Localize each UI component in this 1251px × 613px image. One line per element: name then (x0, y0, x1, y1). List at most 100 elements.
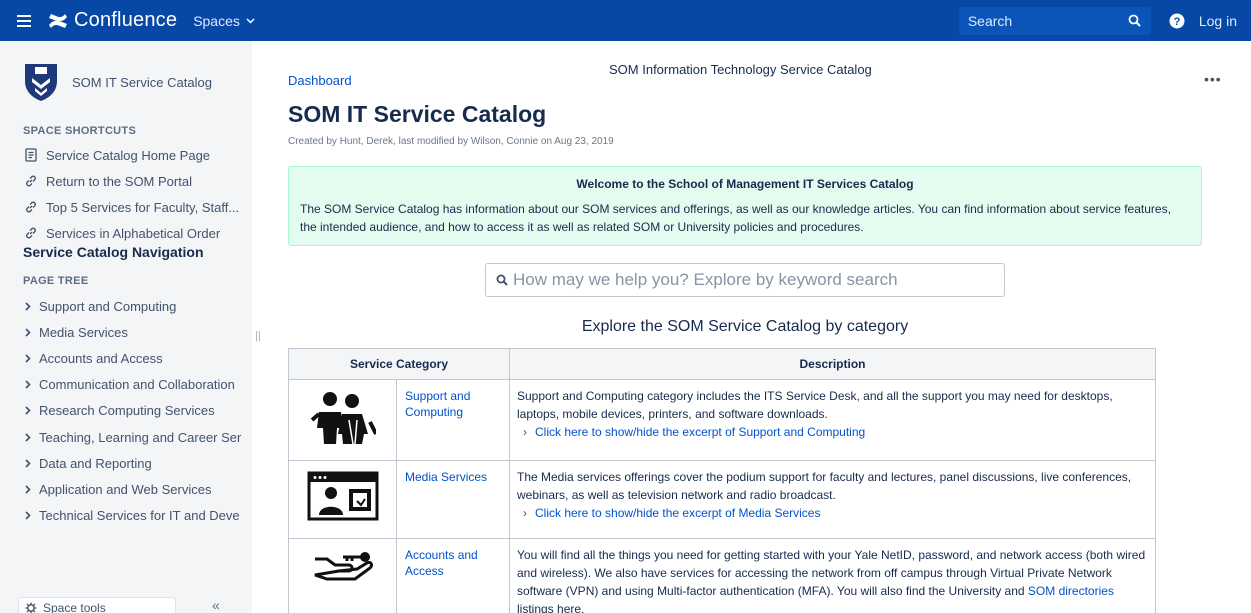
category-link-media-services[interactable]: Media Services (405, 469, 501, 485)
tree-item-label: Data and Reporting (39, 455, 152, 471)
shortcut-label: Top 5 Services for Faculty, Staff... (46, 199, 240, 215)
sidebar-resize-handle-icon[interactable]: || (255, 330, 261, 342)
link-icon (26, 227, 36, 239)
category-description: You will find all the things you need fo… (517, 546, 1148, 613)
shortcut-label: Return to the SOM Portal (46, 173, 192, 189)
table-row: Accounts and Access You will find all th… (288, 538, 1156, 613)
page-tree: Support and Computing Media Services Acc… (0, 293, 252, 529)
chevron-right-icon: › (523, 425, 527, 439)
chevron-right-icon[interactable] (23, 485, 33, 494)
support-people-icon (310, 392, 378, 445)
tree-item-support-and-computing[interactable]: Support and Computing (0, 293, 252, 319)
tree-item-label: Media Services (39, 324, 128, 340)
welcome-title: Welcome to the School of Management IT S… (576, 177, 914, 191)
tree-item-accounts-and-access[interactable]: Accounts and Access (0, 345, 252, 371)
global-search-input[interactable]: Search (958, 6, 1151, 35)
chevron-right-icon[interactable] (23, 328, 33, 337)
keyword-search-input[interactable]: How may we help you? Explore by keyword … (485, 263, 1005, 297)
tree-item-label: Teaching, Learning and Career Ser (39, 429, 242, 445)
breadcrumb-dashboard[interactable]: Dashboard (288, 73, 352, 88)
service-catalog-navigation-heading: Service Catalog Navigation (23, 244, 204, 260)
confluence-logo-icon (49, 13, 67, 28)
category-icon-cell (288, 460, 397, 539)
category-name-cell: Accounts and Access (396, 538, 510, 613)
hamburger-menu-icon[interactable] (6, 0, 42, 41)
confluence-logo[interactable]: Confluence (42, 0, 183, 41)
welcome-panel: Welcome to the School of Management IT S… (288, 166, 1202, 246)
chevron-right-icon[interactable] (23, 511, 33, 520)
tree-item-label: Technical Services for IT and Deve (39, 508, 240, 524)
category-icon-cell (288, 538, 397, 613)
category-link-support-and-computing[interactable]: Support and Computing (405, 388, 501, 420)
chevron-right-icon[interactable] (23, 380, 33, 389)
shortcut-label: Service Catalog Home Page (46, 147, 211, 163)
hand-key-icon (314, 552, 373, 581)
tree-item-label: Research Computing Services (39, 403, 215, 419)
page-title: SOM IT Service Catalog (288, 101, 547, 127)
column-header-service-category: Service Category (288, 348, 510, 380)
tree-item-research-computing-services[interactable]: Research Computing Services (0, 398, 252, 424)
header-title: SOM Information Technology Service Catal… (609, 62, 872, 77)
help-icon[interactable]: ? (1167, 11, 1187, 31)
tree-item-communication-and-collaboration[interactable]: Communication and Collaboration (0, 372, 252, 398)
spaces-label: Spaces (193, 12, 240, 29)
tree-item-application-and-web-services[interactable]: Application and Web Services (0, 476, 252, 502)
link-icon (26, 175, 36, 187)
tree-item-media-services[interactable]: Media Services (0, 319, 252, 345)
chevron-right-icon[interactable] (23, 354, 33, 363)
collapse-sidebar-icon[interactable]: « (212, 597, 220, 613)
search-icon[interactable] (1128, 14, 1141, 27)
chevron-right-icon[interactable] (23, 406, 33, 415)
chevron-right-icon[interactable] (23, 459, 33, 468)
chevron-right-icon[interactable] (23, 302, 33, 311)
spaces-dropdown[interactable]: Spaces (193, 13, 255, 29)
chevron-right-icon[interactable] (23, 432, 33, 442)
space-tools-label: Space tools (43, 601, 106, 613)
tree-item-data-and-reporting[interactable]: Data and Reporting (0, 450, 252, 476)
top-navigation-bar: Confluence Spaces Search ? Log in (0, 0, 1251, 41)
space-shortcuts-list: Service Catalog Home Page Return to the … (0, 142, 252, 246)
som-directories-link[interactable]: SOM directories (1028, 584, 1114, 598)
column-header-description: Description (509, 348, 1156, 380)
welcome-text: The SOM Service Catalog has information … (300, 202, 1171, 234)
table-row: Support and Computing Support and Comput… (288, 379, 1156, 461)
tree-item-label: Application and Web Services (39, 481, 212, 497)
space-sidebar: SOM IT Service Catalog SPACE SHORTCUTS S… (0, 41, 252, 613)
category-description-cell: The Media services offerings cover the p… (509, 460, 1156, 539)
chevron-right-icon: › (523, 506, 527, 520)
category-icon-cell (288, 379, 397, 461)
svg-text:?: ? (1173, 16, 1180, 28)
service-category-table: Service Category Description Support and… (288, 348, 1156, 613)
shortcut-services-alphabetical[interactable]: Services in Alphabetical Order (0, 220, 252, 246)
excerpt-toggle[interactable]: › Click here to show/hide the excerpt of… (517, 504, 1148, 522)
gear-icon (25, 602, 37, 613)
app-name: Confluence (74, 9, 178, 31)
category-description-cell: Support and Computing category includes … (509, 379, 1156, 461)
tree-item-label: Support and Computing (39, 298, 177, 314)
keyword-search-placeholder: How may we help you? Explore by keyword … (513, 270, 898, 289)
more-actions-icon[interactable]: ••• (1204, 71, 1222, 87)
category-name-cell: Media Services (396, 460, 510, 539)
space-header[interactable]: SOM IT Service Catalog (0, 41, 252, 111)
page-icon (25, 148, 37, 162)
shortcut-label: Services in Alphabetical Order (46, 225, 221, 241)
shortcut-service-catalog-home[interactable]: Service Catalog Home Page (0, 142, 252, 168)
excerpt-toggle[interactable]: › Click here to show/hide the excerpt of… (517, 423, 1148, 441)
shortcut-return-to-som-portal[interactable]: Return to the SOM Portal (0, 168, 252, 194)
excerpt-toggle-label: Click here to show/hide the excerpt of S… (535, 425, 866, 439)
space-name[interactable]: SOM IT Service Catalog (72, 75, 212, 90)
explore-heading: Explore the SOM Service Catalog by categ… (581, 318, 909, 335)
page-tree-heading: PAGE TREE (23, 275, 89, 287)
category-link-accounts-and-access[interactable]: Accounts and Access (405, 547, 501, 579)
tree-item-teaching-learning-career[interactable]: Teaching, Learning and Career Ser (0, 424, 252, 450)
login-link[interactable]: Log in (1199, 13, 1237, 29)
shortcut-top-5-services[interactable]: Top 5 Services for Faculty, Staff... (0, 194, 252, 220)
space-tools-button[interactable]: Space tools (18, 597, 176, 613)
tree-item-technical-services[interactable]: Technical Services for IT and Deve (0, 503, 252, 529)
category-description-cell: You will find all the things you need fo… (509, 538, 1156, 613)
tree-item-label: Communication and Collaboration (39, 377, 235, 393)
search-placeholder: Search (967, 12, 1013, 29)
chevron-down-icon (246, 17, 255, 24)
description-text-end: listings here. (517, 602, 585, 613)
media-screen-icon (307, 471, 378, 521)
